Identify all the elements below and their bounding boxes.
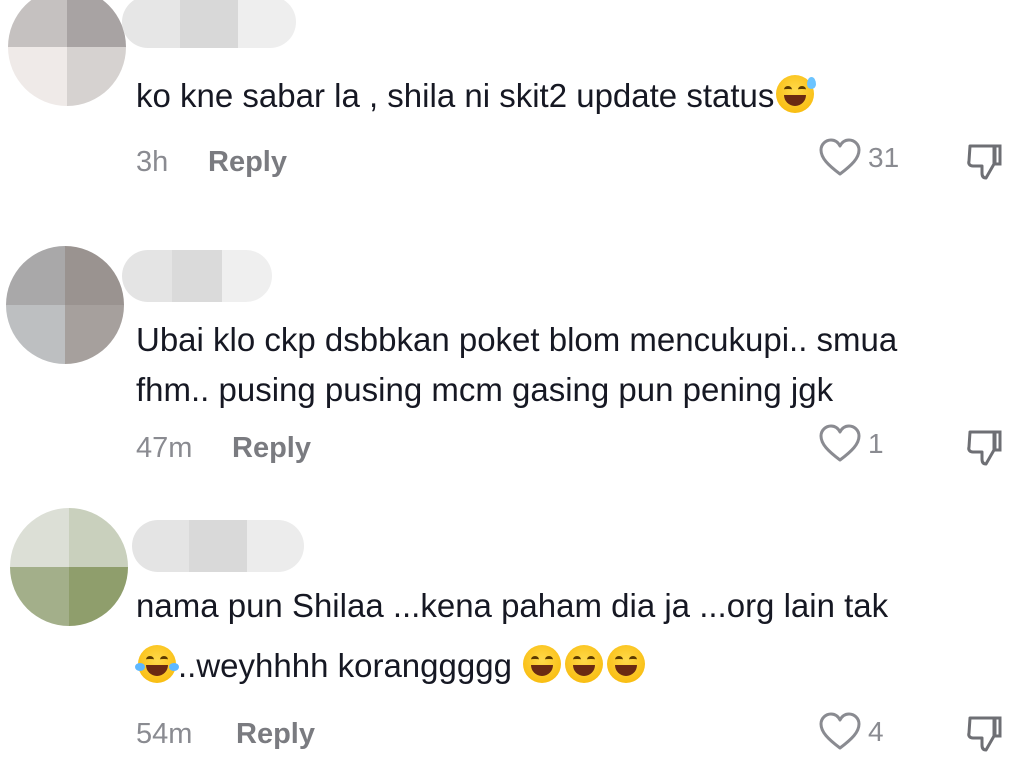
comment-timestamp: 3h — [136, 146, 169, 178]
grinning-squint-icon — [565, 645, 604, 683]
sweat-smile-icon — [776, 75, 817, 113]
comment-timestamp: 54m — [136, 718, 193, 750]
comment-text-content: ko kne sabar la , shila ni skit2 update … — [136, 77, 775, 114]
avatar[interactable] — [6, 246, 124, 364]
like-button[interactable]: 31 — [818, 138, 899, 178]
username-blurred[interactable] — [132, 520, 304, 572]
like-count: 4 — [868, 716, 884, 747]
avatar[interactable] — [8, 0, 126, 106]
comment-text: ko kne sabar la , shila ni skit2 update … — [136, 70, 817, 122]
dislike-icon[interactable] — [964, 142, 1004, 182]
comment-text-line1: nama pun Shilaa ...kena paham dia ja ...… — [136, 587, 889, 624]
username-blurred[interactable] — [122, 0, 296, 48]
comment-text-content: ..weyhhhh koranggggg — [178, 647, 512, 684]
reply-button[interactable]: Reply — [232, 432, 311, 465]
dislike-icon[interactable] — [964, 714, 1004, 754]
comment-item: Ubai klo ckp dsbbkan poket blom mencukup… — [0, 246, 1024, 486]
like-count: 31 — [868, 142, 900, 173]
comment-text-line1: Ubai klo ckp dsbbkan poket blom mencukup… — [136, 321, 898, 358]
grinning-squint-icon — [607, 645, 646, 683]
comment-item: ko kne sabar la , shila ni skit2 update … — [0, 0, 1024, 200]
heart-icon — [819, 712, 861, 750]
like-button[interactable]: 1 — [818, 424, 884, 464]
username-blurred[interactable] — [122, 250, 272, 302]
heart-icon — [819, 424, 861, 462]
comment-item: nama pun Shilaa ...kena paham dia ja ...… — [0, 508, 1024, 764]
avatar[interactable] — [10, 508, 128, 626]
comment-text-line2: ..weyhhhh koranggggg — [135, 640, 647, 692]
grinning-squint-icon — [523, 645, 562, 683]
comment-timestamp: 47m — [136, 432, 193, 464]
reply-button[interactable]: Reply — [236, 718, 315, 751]
like-count: 1 — [868, 428, 884, 459]
dislike-icon[interactable] — [964, 428, 1004, 468]
heart-icon — [819, 138, 861, 176]
like-button[interactable]: 4 — [818, 712, 884, 752]
tears-of-joy-icon — [135, 645, 179, 683]
comment-text-line2: fhm.. pusing pusing mcm gasing pun penin… — [136, 371, 834, 408]
reply-button[interactable]: Reply — [208, 146, 287, 179]
